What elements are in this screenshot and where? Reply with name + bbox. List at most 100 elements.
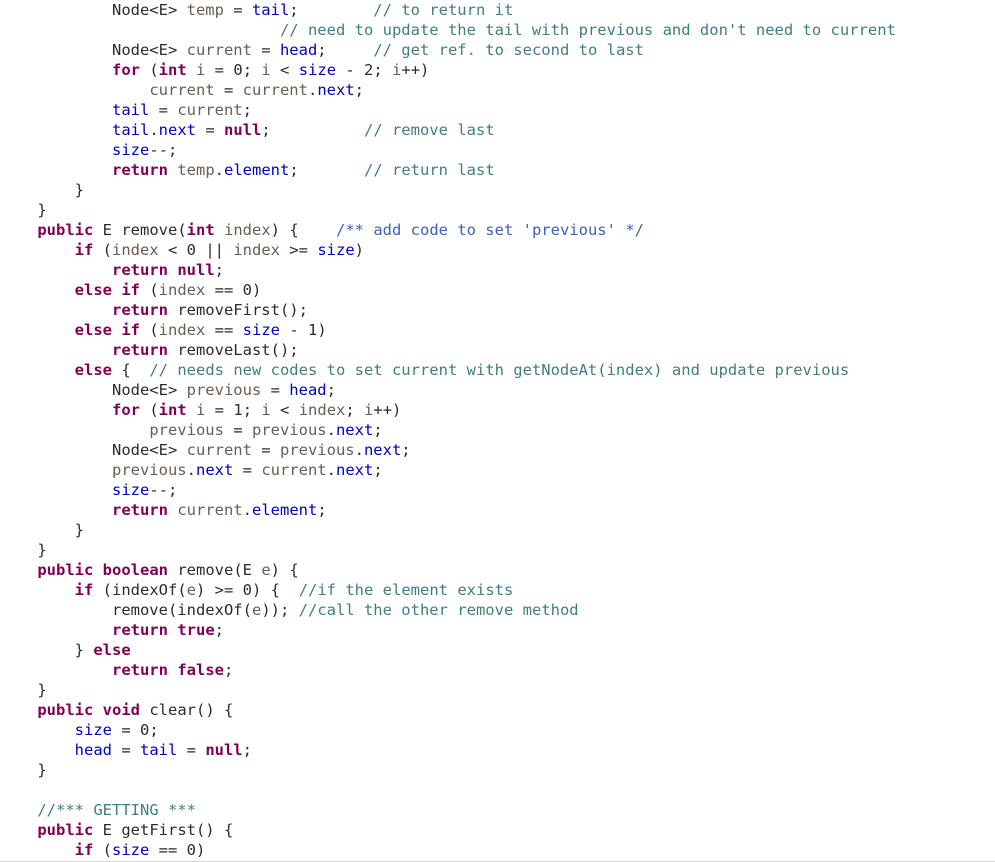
code-token-plain: ) { xyxy=(252,581,281,599)
code-token-kw: return xyxy=(111,501,168,519)
code-token-kw: return xyxy=(111,301,168,319)
code-token-kw: else xyxy=(93,641,131,659)
code-token-fld: tail xyxy=(111,101,150,119)
code-editor-viewport[interactable]: Node<E> temp = tail; // to return it // … xyxy=(0,0,995,862)
code-token-lvar: index xyxy=(112,241,159,259)
code-token-cmt: // to return it xyxy=(373,1,514,19)
code-token-kw: void xyxy=(102,701,140,719)
code-line: } xyxy=(0,520,896,540)
code-token-lvar: i xyxy=(261,61,271,79)
code-token-kw: return xyxy=(111,161,168,179)
code-token-kw: boolean xyxy=(102,561,168,579)
code-token-num: 0 xyxy=(139,721,150,739)
code-token-fld: size xyxy=(298,61,337,79)
code-token-plain: ( xyxy=(139,281,159,299)
code-token-plain: = xyxy=(205,61,234,79)
code-token-plain: } xyxy=(74,641,94,659)
code-token-num: 1 xyxy=(233,401,243,419)
code-token-plain: ( xyxy=(139,401,159,419)
code-token-lvar: e xyxy=(186,581,196,599)
code-token-fld: tail xyxy=(251,1,290,19)
code-line: } xyxy=(0,540,896,560)
code-token-plain: } xyxy=(37,201,47,219)
code-token-kw: return xyxy=(111,341,168,359)
code-line: Node<E> previous = head; xyxy=(0,380,896,400)
code-line: tail = current; xyxy=(0,100,896,120)
code-token-plain: ; xyxy=(345,401,365,419)
code-token-pad xyxy=(327,41,374,59)
code-token-plain: Node<E> xyxy=(111,1,187,19)
code-line: } xyxy=(0,200,896,220)
code-token-fld: size xyxy=(111,141,150,159)
code-token-cmt: //call the other remove method xyxy=(298,601,579,619)
code-token-lvar: index xyxy=(158,321,206,339)
code-token-plain: } xyxy=(74,181,84,199)
code-token-plain: == xyxy=(205,281,243,299)
code-token-plain: ; xyxy=(373,461,383,479)
code-token-lvar: current xyxy=(149,81,215,99)
code-token-plain: ) { xyxy=(270,221,299,239)
code-token-plain: == xyxy=(205,321,243,339)
code-token-kw: null xyxy=(205,741,243,759)
code-token-plain: } xyxy=(37,761,47,779)
code-token-lvar: i xyxy=(392,61,402,79)
code-token-fld: tail xyxy=(139,741,178,759)
code-token-plain: . xyxy=(242,501,252,519)
code-token-plain: ; xyxy=(214,261,224,279)
code-line: Node<E> current = head; // get ref. to s… xyxy=(0,40,896,60)
code-line: //*** GETTING *** xyxy=(0,800,896,820)
code-token-fld: next xyxy=(335,421,374,439)
code-token-lvar: index xyxy=(158,281,206,299)
code-token-plain: )); xyxy=(261,601,290,619)
code-token-plain: ) { xyxy=(270,561,299,579)
code-line: tail.next = null; // remove last xyxy=(0,120,896,140)
code-token-plain: = xyxy=(251,441,280,459)
java-source-code[interactable]: Node<E> temp = tail; // to return it // … xyxy=(0,0,896,860)
code-token-lvar: previous xyxy=(111,461,187,479)
code-token-kw: public xyxy=(37,821,94,839)
code-token-cmt: //if the element exists xyxy=(298,581,514,599)
code-token-num: 0 xyxy=(242,281,252,299)
code-token-num: 0 xyxy=(242,581,253,599)
code-token-plain: ; xyxy=(224,661,234,679)
code-token-pad xyxy=(299,221,336,239)
code-token-plain: = xyxy=(251,41,280,59)
code-line: size--; xyxy=(0,480,896,500)
code-token-plain: removeFirst(); xyxy=(167,301,308,319)
code-token-plain: --; xyxy=(149,141,178,159)
code-line: } xyxy=(0,680,896,700)
code-token-plain: } xyxy=(37,681,47,699)
code-token-plain: . xyxy=(186,461,196,479)
code-line: return current.element; xyxy=(0,500,896,520)
code-line: return true; xyxy=(0,620,896,640)
code-token-lvar: previous xyxy=(149,421,224,439)
code-token-plain: == xyxy=(149,841,187,859)
code-token-plain: < xyxy=(270,61,299,79)
code-token-kw: return xyxy=(111,661,168,679)
code-line: return false; xyxy=(0,660,896,680)
code-token-lvar: index xyxy=(298,401,346,419)
code-line: public boolean remove(E e) { xyxy=(0,560,896,580)
code-token-num: 0 xyxy=(233,61,243,79)
code-token-plain: ; xyxy=(289,161,299,179)
code-token-plain: ; xyxy=(373,421,383,439)
code-token-num: 0 xyxy=(186,241,197,259)
